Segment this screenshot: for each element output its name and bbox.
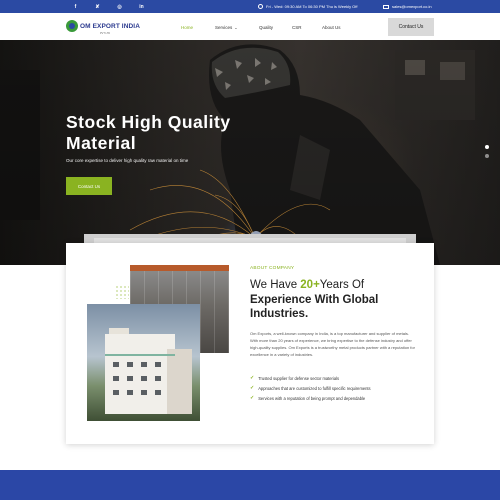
check-icon: ✓: [250, 385, 255, 391]
about-eyebrow: ABOUT COMPANY: [250, 266, 295, 271]
next-section-band: [0, 470, 500, 500]
instagram-icon[interactable]: ◎: [116, 3, 123, 10]
logo-subtext: PVT LTD: [100, 32, 111, 35]
slider-dot-1[interactable]: [485, 145, 489, 149]
window: [141, 376, 147, 381]
x-twitter-icon[interactable]: ✘: [94, 3, 101, 10]
linkedin-icon[interactable]: in: [138, 3, 145, 10]
about-heading: We Have 20+Years Of Experience With Glob…: [250, 278, 430, 322]
nav-about-us[interactable]: About Us: [322, 25, 341, 30]
hero-title: Stock High Quality Material: [66, 112, 231, 153]
slider-dot-2[interactable]: [485, 154, 489, 158]
logo-text: OM EXPORT INDIA: [80, 22, 141, 30]
hero-subtitle: Our core expertise to deliver high quali…: [66, 158, 189, 163]
window: [141, 362, 147, 367]
list-item: ✓ Approaches that are customized to fulf…: [250, 385, 371, 391]
window: [127, 390, 133, 395]
mail-icon: [383, 4, 389, 9]
window: [127, 376, 133, 381]
nav-csr[interactable]: CSR: [292, 25, 302, 30]
about-paragraph: Om Exports, a well-known company in Indi…: [250, 331, 415, 357]
chevron-down-icon: ⌄: [234, 25, 238, 30]
heading-mid: Years Of: [319, 279, 365, 291]
business-hours-text: Fri - Wed: 09:30 AM To 06:30 PM Thu is W…: [266, 4, 358, 9]
window: [155, 390, 161, 395]
window: [113, 390, 119, 395]
building-side: [167, 349, 192, 414]
check-icon: ✓: [250, 375, 255, 381]
site-header: OM EXPORT INDIA PVT LTD Home Services ⌄ Q…: [0, 13, 500, 40]
building-band: [105, 354, 175, 356]
list-item: ✓ Services with a reputation of being pr…: [250, 395, 365, 401]
business-hours: Fri - Wed: 09:30 AM To 06:30 PM Thu is W…: [258, 4, 357, 9]
header-contact-button[interactable]: Contact Us: [388, 18, 434, 36]
window: [141, 390, 147, 395]
office-building-image: [87, 304, 200, 421]
email-text[interactable]: sales@omexport.co.in: [392, 4, 432, 9]
window: [113, 362, 119, 367]
facebook-icon[interactable]: f: [72, 3, 79, 10]
heading-pre: We Have: [250, 279, 301, 291]
social-links: f ✘ ◎ in: [72, 3, 145, 10]
building: [105, 334, 175, 414]
window: [155, 376, 161, 381]
nav-home[interactable]: Home: [181, 25, 193, 30]
top-bar: f ✘ ◎ in Fri - Wed: 09:30 AM To 06:30 PM…: [0, 0, 500, 13]
bullet-text: Trusted supplier for defense sector mate…: [258, 375, 340, 381]
bullet-text: Services with a reputation of being prom…: [258, 395, 366, 401]
logo-mark-icon: [66, 20, 78, 32]
decorative-dots: [115, 285, 129, 299]
clock-icon: [258, 4, 263, 9]
email-contact[interactable]: sales@omexport.co.in: [383, 4, 432, 9]
slider-dots: [485, 145, 489, 158]
check-icon: ✓: [250, 395, 255, 401]
logo[interactable]: OM EXPORT INDIA: [66, 20, 140, 32]
list-item: ✓ Trusted supplier for defense sector ma…: [250, 375, 339, 381]
nav-services[interactable]: Services ⌄: [215, 25, 238, 30]
nav-services-label: Services: [215, 25, 233, 30]
bullet-text: Approaches that are customized to fulfil…: [258, 385, 371, 391]
hero-contact-button[interactable]: Contact Us: [66, 177, 112, 195]
window: [155, 362, 161, 367]
nav-quality[interactable]: Quality: [259, 25, 273, 30]
window: [127, 362, 133, 367]
heading-bold: Experience With Global Industries.: [250, 293, 379, 321]
hero-banner: Stock High Quality Material Our core exp…: [0, 40, 500, 265]
window: [113, 376, 119, 381]
heading-highlight: 20+: [300, 279, 320, 291]
